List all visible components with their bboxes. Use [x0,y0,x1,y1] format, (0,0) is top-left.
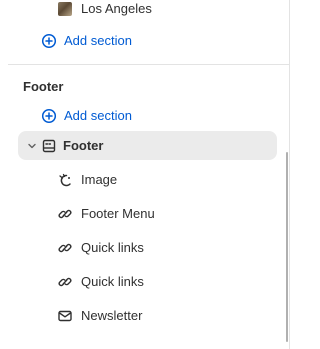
block-item-quick-links-2[interactable]: Quick links [57,274,144,290]
block-item-newsletter[interactable]: Newsletter [57,308,142,324]
section-item-label: Footer [63,138,104,153]
block-item-image[interactable]: Image [57,172,117,188]
group-heading-footer: Footer [23,79,64,94]
block-item-label: Newsletter [81,308,143,323]
image-thumbnail [58,2,72,16]
block-item-los-angeles[interactable]: Los Angeles [58,1,152,17]
block-item-label: Los Angeles [81,1,152,16]
envelope-icon [57,308,73,324]
add-section-button-footer[interactable]: Add section [41,108,132,124]
footer-layout-icon [41,138,57,154]
section-item-footer[interactable]: Footer [18,131,277,160]
link-icon [57,206,73,222]
link-icon [57,274,73,290]
block-item-label: Quick links [81,274,144,289]
group-divider [8,64,290,65]
chevron-down-icon[interactable] [24,138,40,154]
scrollbar[interactable] [286,152,288,342]
image-icon [57,172,73,188]
plus-circle-icon [41,108,57,124]
panel-border [289,0,290,349]
block-item-label: Image [81,172,118,187]
add-section-label: Add section [64,108,132,123]
block-item-footer-menu[interactable]: Footer Menu [57,206,155,222]
sections-sidebar: Los Angeles Add section Footer Add secti… [0,0,290,349]
block-item-quick-links-1[interactable]: Quick links [57,240,144,256]
link-icon [57,240,73,256]
block-item-label: Footer Menu [81,206,155,221]
add-section-label: Add section [64,33,132,48]
plus-circle-icon [41,33,57,49]
add-section-button-header[interactable]: Add section [41,33,132,49]
block-item-label: Quick links [81,240,144,255]
